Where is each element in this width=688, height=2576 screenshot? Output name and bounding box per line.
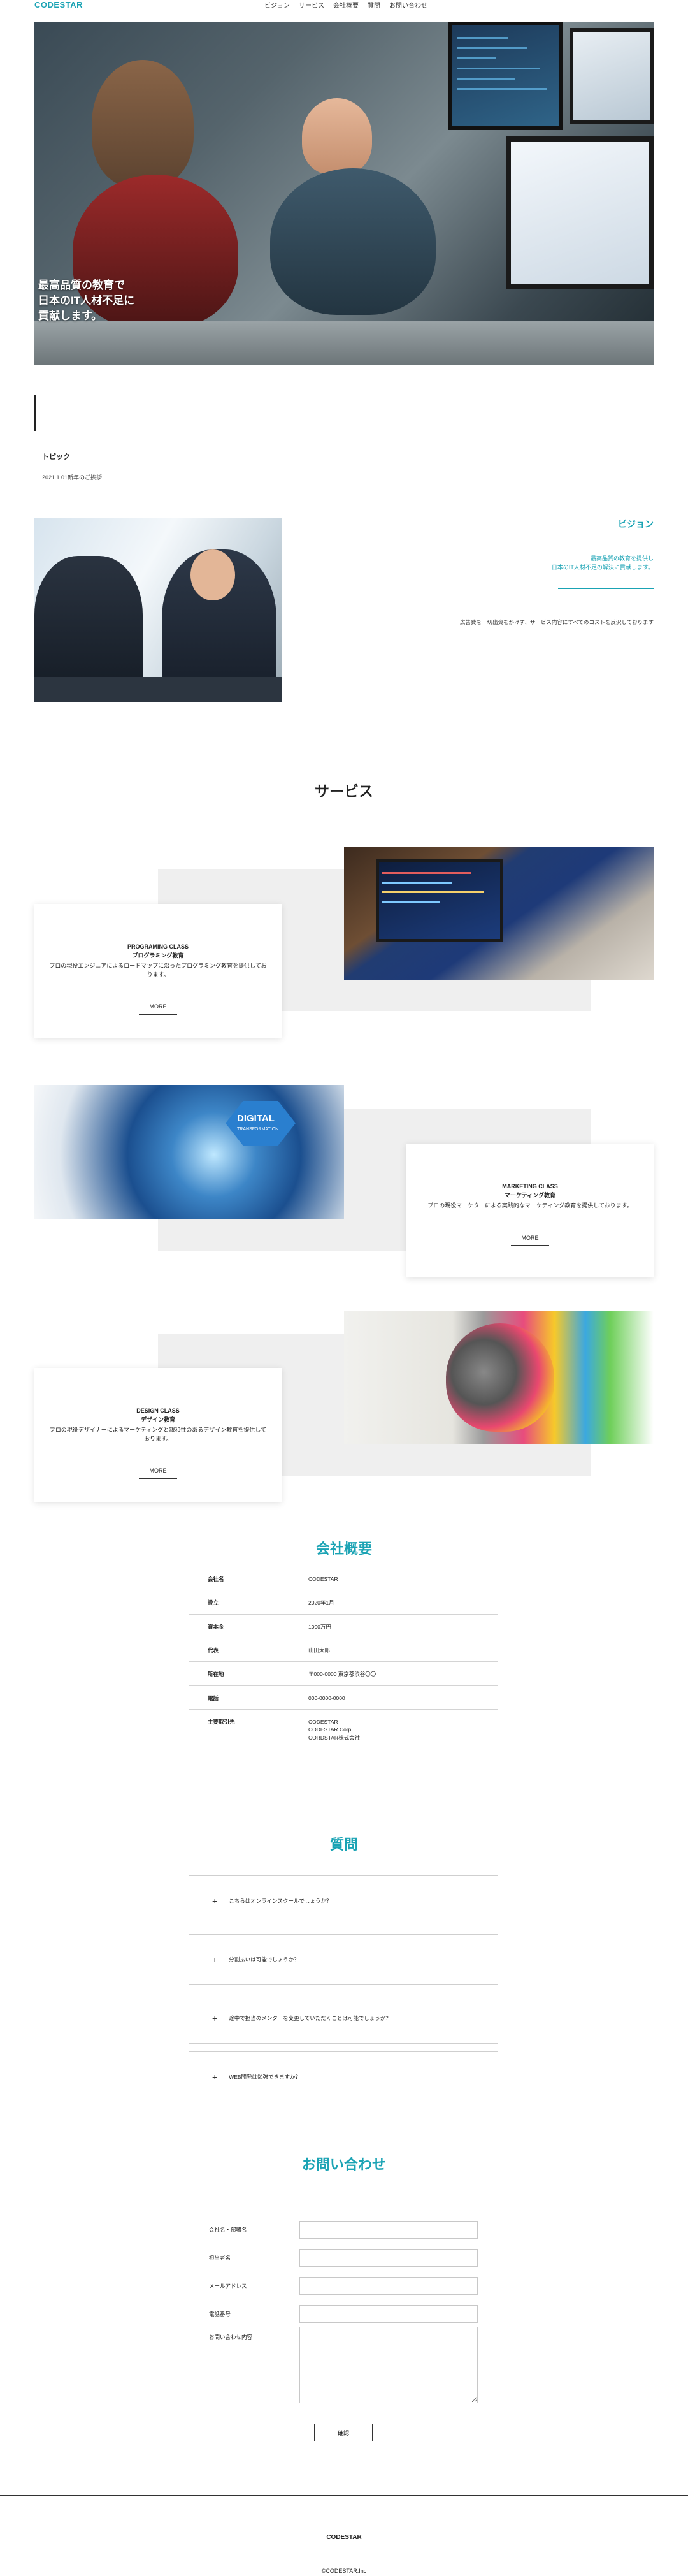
copyright: ©CODESTAR.Inc [321, 2568, 367, 2574]
plus-icon: + [212, 1896, 218, 1906]
site-logo[interactable]: CODESTAR [34, 0, 83, 10]
desk [34, 321, 654, 365]
phone-field[interactable] [299, 2305, 478, 2323]
service-card-programming: PROGRAMING CLASS プログラミング教育 プロの現役エンジニアによる… [34, 904, 282, 1038]
faq-item[interactable]: + 分割払いは可能でしょうか？ [189, 1934, 498, 1985]
service-class-label: DESIGN CLASS [136, 1408, 180, 1414]
transformation-text: TRANSFORMATION [237, 1127, 279, 1132]
more-button[interactable]: MORE [511, 1235, 549, 1246]
service-description: プロの現役デザイナーによるマーケティングと親和性のあるデザイン教育を提供しており… [49, 1427, 267, 1442]
table-row: 所在地 〒000-0000 東京都渋谷〇〇 [189, 1662, 498, 1686]
faq-item[interactable]: + WEB開発は勉強できますか？ [189, 2051, 498, 2102]
email-field[interactable] [299, 2277, 478, 2295]
company-name-input[interactable] [299, 2221, 478, 2239]
vision-subtitle: 最高品質の教育を提供し 日本のIT人材不足の解決に貢献します。 [551, 555, 654, 571]
service-programming-image [344, 847, 654, 980]
vision-image [34, 518, 282, 702]
contact-person-input[interactable] [299, 2249, 478, 2267]
vision-description: 広告費を一切出資をかけず、サービス内容にすべてのコストを反沢しております [459, 619, 654, 625]
person-man-shirt [270, 168, 436, 315]
service-class-label: MARKETING CLASS [502, 1183, 558, 1190]
more-button[interactable]: MORE [139, 1467, 177, 1479]
service-class-label: PROGRAMING CLASS [127, 943, 189, 950]
company-heading: 会社概要 [315, 1541, 372, 1557]
nav-item-company[interactable]: 会社概要 [333, 0, 359, 10]
plus-icon: + [212, 2072, 218, 2082]
company-name-label: 会社名・部署名 [209, 2227, 247, 2233]
phone-label: 電話番号 [209, 2311, 231, 2317]
table-row: 電話 000-0000-0000 [189, 1686, 498, 1710]
contact-heading: お問い合わせ [301, 2157, 386, 2172]
inquiry-textarea[interactable] [299, 2327, 478, 2403]
faq-question: 分割払いは可能でしょうか？ [229, 1956, 299, 1963]
services-heading: サービス [315, 783, 373, 799]
email-label: メールアドレス [209, 2283, 247, 2289]
service-description: プロの現役マーケターによる実践的なマーケティング教育を提供しております。 [427, 1202, 633, 1209]
vision-divider [558, 588, 654, 589]
service-marketing-image: DIGITAL TRANSFORMATION [34, 1085, 344, 1219]
nav-item-service[interactable]: サービス [299, 0, 324, 10]
plus-icon: + [212, 1954, 218, 1965]
digital-text: DIGITAL [237, 1113, 275, 1124]
table-row: 会社名 CODESTAR [189, 1567, 498, 1591]
faq-question: WEB開発は勉強できますか？ [229, 2074, 301, 2080]
service-design-image [344, 1311, 654, 1444]
company-table: 会社名 CODESTAR 設立 2020年1月 資本金 1000万円 代表 山田… [189, 1567, 498, 1749]
service-description: プロの現役エンジニアによるロードマップに沿ったプログラミング教育を提供しておりま… [49, 963, 267, 978]
service-name: デザイン教育 [140, 1416, 175, 1423]
nav-item-vision[interactable]: ビジョン [264, 0, 290, 10]
inquiry-label: お問い合わせ内容 [209, 2334, 253, 2340]
topic-heading: トピック [42, 453, 70, 461]
table-row: 主要取引先 CODESTAR CODESTAR Corp CORDSTAR株式会… [189, 1710, 498, 1749]
plus-icon: + [212, 2013, 218, 2023]
contact-person-label: 担当者名 [209, 2255, 231, 2261]
service-name: プログラミング教育 [132, 952, 184, 959]
vision-heading: ビジョン [618, 519, 654, 529]
faq-item[interactable]: + こちらはオンラインスクールでしょうか？ [189, 1875, 498, 1926]
table-row: 代表 山田太郎 [189, 1638, 498, 1663]
nav-item-contact[interactable]: お問い合わせ [389, 0, 427, 10]
service-card-marketing: MARKETING CLASS マーケティング教育 プロの現役マーケターによる実… [406, 1144, 654, 1277]
nav-item-faq[interactable]: 質問 [368, 0, 380, 10]
footer-divider [0, 2495, 688, 2496]
main-nav: ビジョン サービス 会社概要 質問 お問い合わせ [264, 0, 427, 10]
more-button[interactable]: MORE [139, 1003, 177, 1015]
faq-question: こちらはオンラインスクールでしょうか？ [229, 1898, 332, 1904]
hero-headline: 最高品質の教育で 日本のIT人材不足に 貢献します。 [38, 279, 135, 322]
faq-question: 途中で担当のメンターを変更していただくことは可能でしょうか？ [229, 2015, 391, 2021]
confirm-button[interactable]: 確認 [314, 2424, 373, 2441]
faq-item[interactable]: + 途中で担当のメンターを変更していただくことは可能でしょうか？ [189, 1993, 498, 2044]
person-man-face [302, 98, 372, 175]
topic-news-item[interactable]: 2021.1.01新年のご挨拶 [42, 473, 102, 481]
person-woman-hair [92, 60, 194, 187]
table-row: 資本金 1000万円 [189, 1615, 498, 1638]
service-name: マーケティング教育 [504, 1192, 556, 1198]
monitor-right-top [570, 28, 654, 124]
footer-logo[interactable]: CODESTAR [0, 2534, 688, 2541]
topic-accent-bar [34, 395, 36, 431]
table-row: 設立 2020年1月 [189, 1590, 498, 1615]
faq-heading: 質問 [329, 1837, 358, 1852]
service-card-design: DESIGN CLASS デザイン教育 プロの現役デザイナーによるマーケティング… [34, 1368, 282, 1502]
monitor-front [506, 136, 654, 289]
